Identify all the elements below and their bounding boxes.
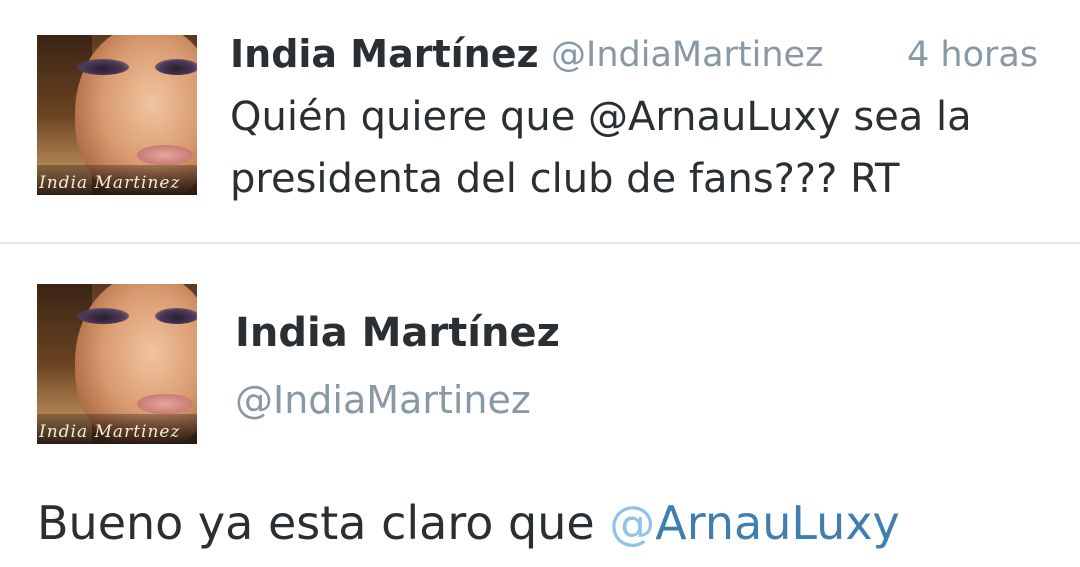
author-handle[interactable]: @IndiaMartinez [235, 378, 531, 422]
tweet-text-plain: Bueno ya esta claro que [37, 496, 610, 550]
author-handle[interactable]: @IndiaMartinez [551, 35, 823, 75]
mention-at-symbol: @ [609, 496, 656, 550]
author-name[interactable]: India Martínez [230, 32, 539, 76]
avatar-signature: India Martinez [39, 173, 181, 193]
tweet-text: Bueno ya esta claro que @ArnauLuxy [37, 493, 900, 553]
tweet-feed: India Martinez India Martínez @IndiaMart… [0, 0, 1080, 567]
tweet-text: Quién quiere que @ArnauLuxy sea la presi… [230, 86, 972, 210]
tweet-text-line: presidenta del club de fans??? RT [230, 156, 900, 202]
divider [0, 242, 1080, 244]
avatar[interactable]: India Martinez [37, 284, 197, 444]
tweet-timestamp[interactable]: 4 horas [907, 35, 1038, 75]
mention-username: ArnauLuxy [655, 496, 900, 550]
tweet-text-line: Quién quiere que @ArnauLuxy sea la [230, 94, 972, 140]
avatar-signature: India Martinez [39, 422, 181, 442]
avatar[interactable]: India Martinez [37, 35, 197, 195]
mention-link[interactable]: @ArnauLuxy [609, 496, 900, 550]
author-name[interactable]: India Martínez [235, 310, 560, 356]
